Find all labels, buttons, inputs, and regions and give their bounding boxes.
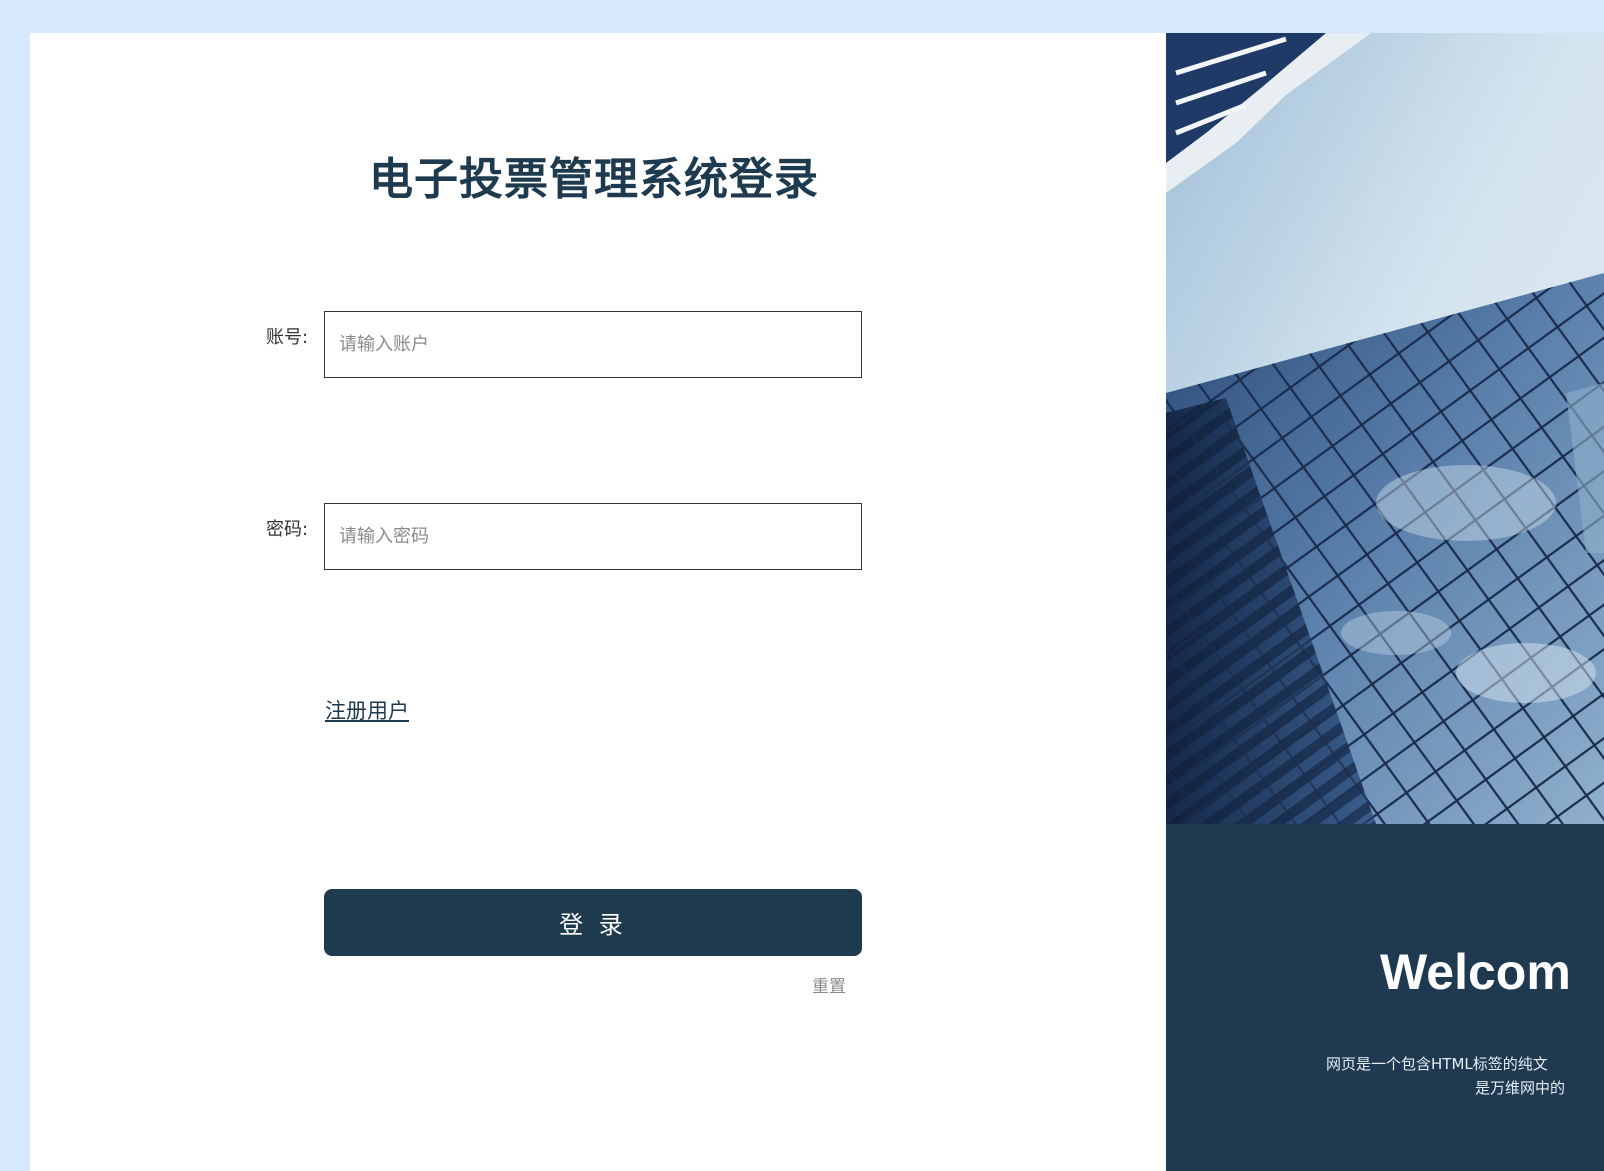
page-title: 电子投票管理系统登录: [369, 154, 819, 205]
register-link[interactable]: 注册用户: [325, 695, 409, 725]
password-label: 密码:: [266, 519, 309, 540]
password-input[interactable]: [324, 503, 862, 570]
account-input[interactable]: [324, 311, 862, 378]
hero-description-line-2: 是万维网中的: [1475, 1079, 1566, 1097]
login-button[interactable]: 登 录: [324, 889, 862, 956]
account-label: 账号:: [266, 327, 309, 348]
hero-description-line-1: 网页是一个包含HTML标签的纯文: [1326, 1055, 1548, 1073]
page-frame: 电子投票管理系统登录 账号: 密码: 注册用户 登 录 重置: [30, 33, 1604, 1171]
login-panel: 电子投票管理系统登录 账号: 密码: 注册用户 登 录 重置: [30, 33, 1166, 1171]
reset-button[interactable]: 重置: [812, 972, 846, 997]
building-image: [1166, 33, 1604, 824]
hero-panel: Welcom 网页是一个包含HTML标签的纯文 是万维网中的: [1166, 33, 1604, 1171]
welcome-heading: Welcom: [1380, 944, 1571, 1000]
